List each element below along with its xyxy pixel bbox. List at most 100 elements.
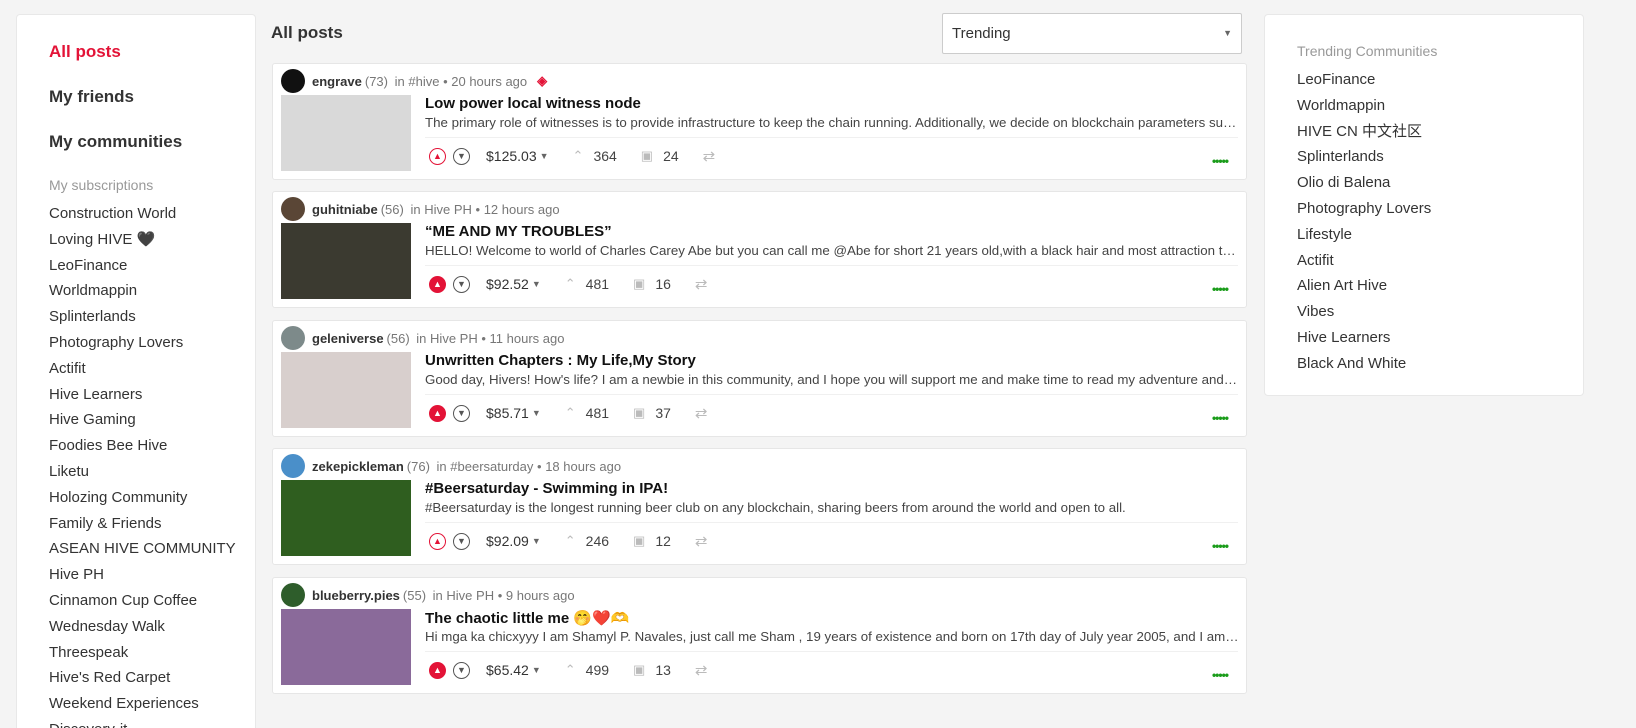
post-comments[interactable]: 16	[655, 276, 671, 292]
subscription-item[interactable]: Foodies Bee Hive	[49, 433, 255, 459]
subscription-item[interactable]: LeoFinance	[49, 253, 255, 279]
trending-community-item[interactable]: Olio di Balena	[1297, 170, 1583, 196]
subscription-item[interactable]: ASEAN HIVE COMMUNITY	[49, 536, 255, 562]
payout-dropdown-icon[interactable]: ▼	[532, 279, 541, 289]
post-summary[interactable]: #Beersaturday is the longest running bee…	[425, 500, 1240, 515]
post-votes[interactable]: 499	[586, 662, 609, 678]
post-payout[interactable]: $92.09	[486, 533, 529, 549]
subscription-item[interactable]: Hive Learners	[49, 382, 255, 408]
post-author[interactable]: zekepickleman	[312, 459, 404, 474]
downvote-icon[interactable]: ▼	[453, 147, 470, 165]
trending-community-item[interactable]: Hive Learners	[1297, 325, 1583, 351]
post-comments[interactable]: 24	[663, 148, 679, 164]
avatar[interactable]	[281, 583, 305, 607]
trending-community-item[interactable]: HIVE CN 中文社区	[1297, 119, 1583, 145]
post-votes[interactable]: 246	[586, 533, 609, 549]
post-summary[interactable]: HELLO! Welcome to world of Charles Carey…	[425, 243, 1240, 258]
post-community[interactable]: #beersaturday	[450, 459, 533, 474]
post-title[interactable]: “ME AND MY TROUBLES”	[425, 223, 612, 240]
post-author[interactable]: blueberry.pies	[312, 588, 400, 603]
upvote-icon[interactable]: ▲	[429, 275, 446, 293]
subscription-item[interactable]: Construction World	[49, 201, 255, 227]
trending-community-item[interactable]: Worldmappin	[1297, 93, 1583, 119]
post-thumbnail[interactable]	[281, 95, 411, 171]
post-thumbnail[interactable]	[281, 223, 411, 299]
upvote-icon[interactable]: ▲	[429, 532, 446, 550]
trending-community-item[interactable]: Vibes	[1297, 299, 1583, 325]
more-options-icon[interactable]: •••••	[1212, 282, 1229, 296]
post-thumbnail[interactable]	[281, 609, 411, 685]
more-options-icon[interactable]: •••••	[1212, 411, 1229, 425]
nav-my-communities[interactable]: My communities	[49, 131, 255, 153]
post-author[interactable]: geleniverse	[312, 331, 384, 346]
post-author[interactable]: guhitniabe	[312, 202, 378, 217]
post-community[interactable]: Hive PH	[446, 588, 494, 603]
post-summary[interactable]: Hi mga ka chicxyyy I am Shamyl P. Navale…	[425, 629, 1240, 644]
reblog-icon[interactable]: ⇄	[703, 147, 716, 165]
reblog-icon[interactable]: ⇄	[695, 404, 708, 422]
subscription-item[interactable]: Hive Gaming	[49, 407, 255, 433]
post-summary[interactable]: The primary role of witnesses is to prov…	[425, 115, 1240, 130]
payout-dropdown-icon[interactable]: ▼	[540, 151, 549, 161]
subscription-item[interactable]: Cinnamon Cup Coffee	[49, 588, 255, 614]
trending-community-item[interactable]: LeoFinance	[1297, 67, 1583, 93]
subscription-item[interactable]: Splinterlands	[49, 304, 255, 330]
downvote-icon[interactable]: ▼	[453, 661, 470, 679]
post-payout[interactable]: $85.71	[486, 405, 529, 421]
post-votes[interactable]: 364	[593, 148, 616, 164]
post-title[interactable]: #Beersaturday - Swimming in IPA!	[425, 480, 668, 497]
post-author[interactable]: engrave	[312, 74, 362, 89]
post-comments[interactable]: 12	[655, 533, 671, 549]
upvote-icon[interactable]: ▲	[429, 404, 446, 422]
downvote-icon[interactable]: ▼	[453, 532, 470, 550]
payout-dropdown-icon[interactable]: ▼	[532, 536, 541, 546]
downvote-icon[interactable]: ▼	[453, 275, 470, 293]
avatar[interactable]	[281, 326, 305, 350]
trending-community-item[interactable]: Actifit	[1297, 248, 1583, 274]
post-summary[interactable]: Good day, Hivers! How's life? I am a new…	[425, 372, 1240, 387]
avatar[interactable]	[281, 197, 305, 221]
payout-dropdown-icon[interactable]: ▼	[532, 408, 541, 418]
avatar[interactable]	[281, 69, 305, 93]
trending-community-item[interactable]: Alien Art Hive	[1297, 273, 1583, 299]
subscription-item[interactable]: Discovery-it	[49, 717, 255, 728]
subscription-item[interactable]: Photography Lovers	[49, 330, 255, 356]
more-options-icon[interactable]: •••••	[1212, 154, 1229, 168]
subscription-item[interactable]: Holozing Community	[49, 485, 255, 511]
reblog-icon[interactable]: ⇄	[695, 275, 708, 293]
post-community[interactable]: Hive PH	[430, 331, 478, 346]
more-options-icon[interactable]: •••••	[1212, 539, 1229, 553]
subscription-item[interactable]: Threespeak	[49, 640, 255, 666]
trending-community-item[interactable]: Photography Lovers	[1297, 196, 1583, 222]
subscription-item[interactable]: Liketu	[49, 459, 255, 485]
post-card[interactable]: engrave (73) in #hive • 20 hours ago ◈ L…	[272, 63, 1247, 180]
post-card[interactable]: blueberry.pies (55) in Hive PH • 9 hours…	[272, 577, 1247, 694]
post-card[interactable]: geleniverse (56) in Hive PH • 11 hours a…	[272, 320, 1247, 437]
subscription-item[interactable]: Hive PH	[49, 562, 255, 588]
trending-community-item[interactable]: Lifestyle	[1297, 222, 1583, 248]
upvote-icon[interactable]: ▲	[429, 147, 446, 165]
post-title[interactable]: The chaotic little me 🤭❤️🫶	[425, 609, 629, 627]
subscription-item[interactable]: Weekend Experiences	[49, 691, 255, 717]
post-payout[interactable]: $65.42	[486, 662, 529, 678]
subscription-item[interactable]: Worldmappin	[49, 278, 255, 304]
subscription-item[interactable]: Family & Friends	[49, 511, 255, 537]
post-title[interactable]: Low power local witness node	[425, 95, 641, 112]
post-payout[interactable]: $125.03	[486, 148, 537, 164]
post-comments[interactable]: 37	[655, 405, 671, 421]
trending-community-item[interactable]: Splinterlands	[1297, 144, 1583, 170]
avatar[interactable]	[281, 454, 305, 478]
post-card[interactable]: zekepickleman (76) in #beersaturday • 18…	[272, 448, 1247, 565]
post-comments[interactable]: 13	[655, 662, 671, 678]
subscription-item[interactable]: Loving HIVE 🖤	[49, 227, 255, 253]
reblog-icon[interactable]: ⇄	[695, 661, 708, 679]
subscription-item[interactable]: Hive's Red Carpet	[49, 665, 255, 691]
post-title[interactable]: Unwritten Chapters : My Life,My Story	[425, 352, 696, 369]
subscription-item[interactable]: Actifit	[49, 356, 255, 382]
downvote-icon[interactable]: ▼	[453, 404, 470, 422]
post-thumbnail[interactable]	[281, 480, 411, 556]
nav-my-friends[interactable]: My friends	[49, 86, 255, 108]
post-card[interactable]: guhitniabe (56) in Hive PH • 12 hours ag…	[272, 191, 1247, 308]
upvote-icon[interactable]: ▲	[429, 661, 446, 679]
reblog-icon[interactable]: ⇄	[695, 532, 708, 550]
